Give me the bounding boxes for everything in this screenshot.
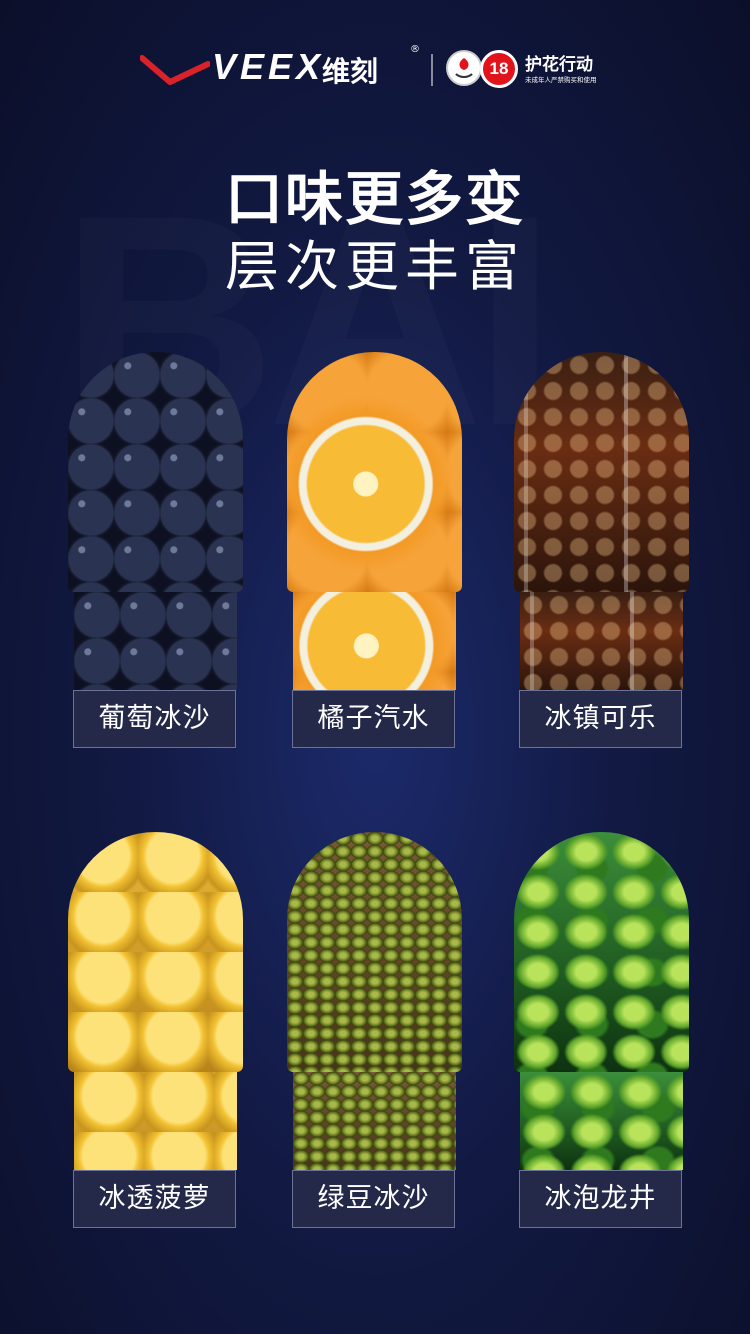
flavor-label: 冰镇可乐: [519, 690, 682, 748]
orange-photo: [287, 352, 462, 592]
cola-photo: [514, 352, 689, 592]
grape-photo-lower: [74, 592, 237, 690]
flavor-label: 绿豆冰沙: [292, 1170, 455, 1228]
mung-bean-photo-lower: [293, 1072, 456, 1170]
pineapple-photo: [68, 832, 243, 1072]
pineapple-photo-lower: [74, 1072, 237, 1170]
headline-secondary: 层次更丰富: [225, 235, 525, 298]
brand-logo-text: VEEX: [212, 46, 325, 87]
header-divider: [431, 54, 433, 86]
flavor-label: 冰泡龙井: [519, 1170, 682, 1228]
brand-header: VEEX 维刻 ® 18 护花行动 未成年人严禁购买和使用: [0, 44, 750, 94]
orange-photo-lower: [293, 592, 456, 690]
campaign-title: 护花行动: [525, 55, 593, 75]
grape-photo: [68, 352, 243, 592]
tea-leaf-photo-lower: [520, 1072, 683, 1170]
campaign-subtitle: 未成年人严禁购买和使用: [525, 76, 597, 84]
brand-name-cn: 维刻: [322, 55, 379, 88]
cola-photo-lower: [520, 592, 683, 690]
age-18-badge: 18: [480, 50, 518, 88]
flavor-label: 冰透菠萝: [73, 1170, 236, 1228]
flavor-label: 葡萄冰沙: [73, 690, 236, 748]
registered-mark: ®: [410, 44, 420, 55]
mung-bean-photo: [287, 832, 462, 1072]
tea-leaf-photo: [514, 832, 689, 1072]
flavor-label: 橘子汽水: [292, 690, 455, 748]
brand-logo-v-icon: [140, 55, 210, 85]
flower-protection-icon: [446, 50, 482, 86]
